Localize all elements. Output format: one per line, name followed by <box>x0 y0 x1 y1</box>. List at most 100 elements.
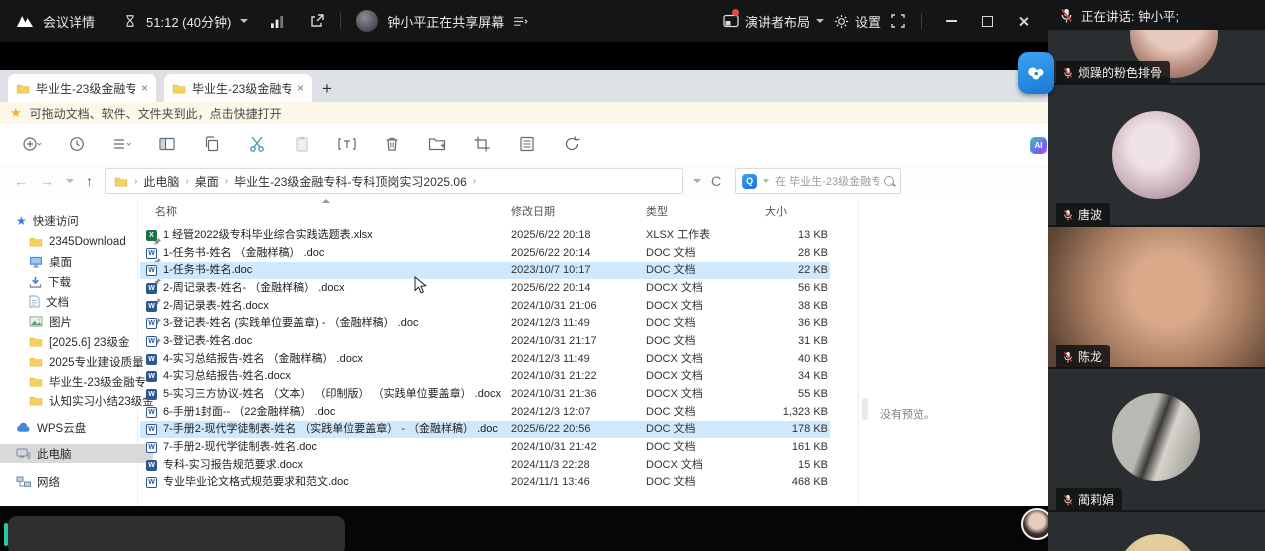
doc-file-icon <box>146 336 157 347</box>
folder-icon <box>29 395 43 406</box>
switch-list-icon[interactable] <box>513 16 528 27</box>
share-screen-icon[interactable] <box>309 13 325 29</box>
up-button[interactable]: ↑ <box>86 173 93 189</box>
quick-open-hint-bar[interactable]: ★ 可拖动文档、软件、文件夹到此，点击快捷打开 <box>0 102 1048 125</box>
folder-icon <box>16 83 30 94</box>
maximize-button[interactable] <box>974 11 1000 31</box>
copy-button[interactable] <box>202 134 222 154</box>
explorer-tab-2[interactable]: 毕业生-23级金融专 × <box>164 74 312 102</box>
search-engine-icon[interactable]: Q <box>742 173 758 189</box>
table-row[interactable]: 3-登记表-姓名 (实践单位要盖章) - （金融样稿） .doc2024/12/… <box>140 315 830 332</box>
baidu-netdisk-icon[interactable] <box>1018 52 1054 94</box>
hourglass-icon <box>123 14 137 28</box>
close-button[interactable] <box>1010 11 1036 31</box>
new-item-button[interactable] <box>22 134 42 154</box>
meeting-details-button[interactable]: 会议详情 <box>43 12 95 31</box>
document-icon <box>29 295 40 308</box>
back-button[interactable]: ← <box>14 173 28 189</box>
history-caret-icon[interactable] <box>66 179 74 183</box>
breadcrumb[interactable]: › 此电脑 › 桌面 › 毕业生-23级金融专科-专科顶岗实习2025.06 › <box>105 168 683 194</box>
table-row[interactable]: 1-任务书-姓名 （金融样稿） .doc2025/6/22 20:14 DOC … <box>140 245 830 262</box>
new-tab-button[interactable]: + <box>322 79 332 102</box>
table-row[interactable]: 2-周记录表-姓名- （金融样稿） .docx2025/6/22 20:14 D… <box>140 280 830 297</box>
participant-tile[interactable] <box>1048 512 1265 551</box>
rename-button[interactable] <box>337 134 357 154</box>
doc-file-icon <box>146 265 157 276</box>
docx-file-icon <box>146 389 157 400</box>
breadcrumb-this-pc[interactable]: 此电脑 <box>143 173 179 190</box>
meeting-timer[interactable]: 51:12 (40分钟) <box>146 12 231 31</box>
paste-button[interactable] <box>292 134 312 154</box>
doc-file-icon <box>146 248 157 259</box>
speaking-indicator: 正在讲话: 钟小平; <box>1048 0 1265 30</box>
sharer-avatar <box>356 10 379 32</box>
new-folder-button[interactable] <box>427 134 447 154</box>
column-header-type[interactable]: 类型 <box>646 203 668 219</box>
tab-close-icon[interactable]: × <box>297 82 304 94</box>
table-row[interactable]: 1 经管2022级专科毕业综合实践选题表.xlsx2025/6/22 20:18… <box>140 227 830 244</box>
properties-button[interactable] <box>517 134 537 154</box>
explorer-toolbar <box>0 124 1070 165</box>
notification-dot <box>731 8 739 16</box>
table-row-highlighted[interactable]: 1-任务书-姓名.doc2023/10/7 10:17 DOC 文档22 KB <box>140 262 830 279</box>
gear-icon <box>834 14 849 29</box>
star-icon: ★ <box>10 105 22 120</box>
preview-divider[interactable] <box>858 198 859 506</box>
view-options-button[interactable] <box>112 134 132 154</box>
table-row[interactable]: 3-登记表-姓名.doc2024/10/31 21:17 DOC 文档31 KB <box>140 333 830 350</box>
desktop-icon <box>29 256 43 268</box>
sidebar-item-wps-cloud[interactable]: WPS云盘 <box>0 418 153 437</box>
doc-file-icon <box>146 407 157 418</box>
scrollbar-thumb[interactable] <box>862 398 868 420</box>
address-caret-icon[interactable] <box>693 179 701 183</box>
ai-assistant-badge[interactable]: AI <box>1030 137 1047 154</box>
table-row[interactable]: 6-手册1封面-- （22金融样稿） .doc2024/12/3 12:07 D… <box>140 404 830 421</box>
tab-close-icon[interactable]: × <box>141 82 148 94</box>
network-signal-icon[interactable] <box>270 15 285 28</box>
table-row[interactable]: 专业毕业论文格式规范要求和范文.doc2024/11/1 13:46 DOC 文… <box>140 474 830 491</box>
column-header-date[interactable]: 修改日期 <box>511 203 555 219</box>
table-row[interactable]: 专科-实习报告规范要求.docx2024/11/3 22:28 DOCX 文档1… <box>140 457 830 474</box>
participant-name-tag: 蔺莉娟 <box>1056 488 1123 511</box>
timer-caret-icon <box>240 19 249 23</box>
avatar <box>1118 534 1198 551</box>
delete-button[interactable] <box>382 134 402 154</box>
search-input[interactable]: Q 在 毕业生-23级金融专... <box>735 168 902 194</box>
dual-pane-button[interactable] <box>157 134 177 154</box>
hint-text: 可拖动文档、软件、文件夹到此，点击快捷打开 <box>29 106 282 121</box>
layout-button[interactable]: 演讲者布局 <box>723 8 824 31</box>
sidebar-item-quick-access[interactable]: ★ 快速访问 <box>0 211 153 230</box>
table-row[interactable]: 4-实习总结报告-姓名 （金融样稿） .docx2024/12/3 11:49 … <box>140 351 830 368</box>
settings-button[interactable]: 设置 <box>834 12 881 31</box>
sidebar-item-this-pc[interactable]: 此电脑 <box>0 444 153 463</box>
column-header-size[interactable]: 大小 <box>765 203 787 219</box>
refresh-address-icon[interactable]: C <box>711 173 721 189</box>
sidebar-item-network[interactable]: 网络 <box>0 472 153 491</box>
minimize-button[interactable] <box>938 11 964 31</box>
meeting-logo-icon <box>16 13 34 29</box>
forward-button[interactable]: → <box>40 173 54 189</box>
refresh-button[interactable] <box>562 134 582 154</box>
search-caret-icon <box>762 179 770 183</box>
table-row[interactable]: 5-实习三方协议-姓名 （文本） （印制版） （实践单位要盖章） .docx20… <box>140 386 830 403</box>
table-row-selected[interactable]: 7-手册2-现代学徒制表-姓名 （实践单位要盖章） - （金融样稿） .doc2… <box>140 421 830 438</box>
table-row[interactable]: 2-周记录表-姓名.docx2024/10/31 21:06 DOCX 文档38… <box>140 298 830 315</box>
breadcrumb-desktop[interactable]: 桌面 <box>195 173 219 190</box>
address-bar: ← → ↑ › 此电脑 › 桌面 › 毕业生-23级金融专科-专科顶岗实习202… <box>0 164 1048 199</box>
cut-button[interactable] <box>247 134 267 154</box>
table-row[interactable]: 4-实习总结报告-姓名.docx2024/10/31 21:22 DOCX 文档… <box>140 368 830 385</box>
select-button[interactable] <box>472 134 492 154</box>
avatar <box>1112 393 1200 481</box>
search-icon[interactable] <box>884 176 895 186</box>
taskbar-popup[interactable] <box>8 516 345 551</box>
fullscreen-icon[interactable] <box>891 14 905 28</box>
doc-file-icon <box>146 477 157 488</box>
folder-icon <box>29 356 43 367</box>
breadcrumb-folder[interactable]: 毕业生-23级金融专科-专科顶岗实习2025.06 <box>234 173 467 190</box>
table-row[interactable]: 7-手册2-现代学徒制表-姓名.doc2024/10/31 21:42 DOC … <box>140 439 830 456</box>
folder-icon <box>114 176 128 187</box>
meeting-top-bar: 会议详情 51:12 (40分钟) 钟小平正在共享屏幕 演讲者布局 设置 <box>0 0 1048 42</box>
recent-button[interactable] <box>67 134 87 154</box>
explorer-tab-1[interactable]: 毕业生-23级金融专 × <box>8 74 156 102</box>
column-header-name[interactable]: 名称 <box>155 203 177 219</box>
